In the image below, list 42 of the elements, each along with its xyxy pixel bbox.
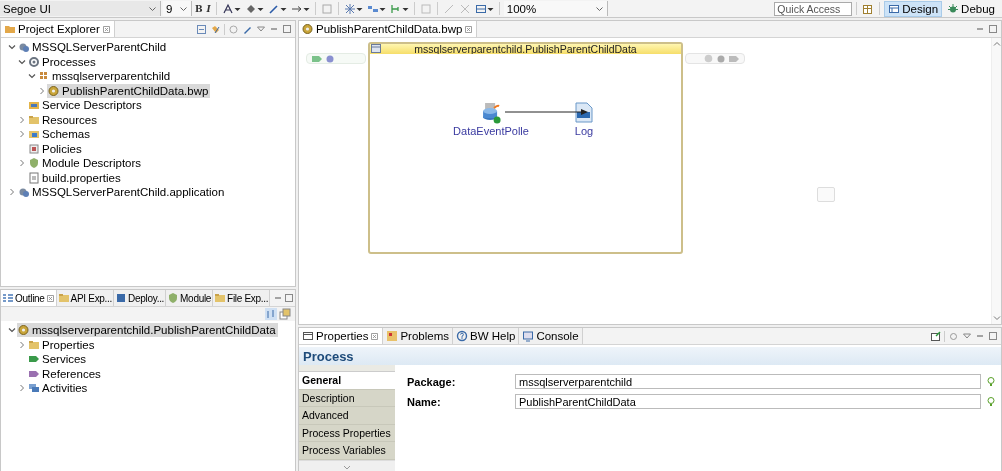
format-button[interactable]: B bbox=[194, 1, 204, 16]
tree-item[interactable]: Services bbox=[27, 352, 89, 367]
section-tab[interactable]: Advanced bbox=[299, 407, 395, 425]
tree-item[interactable]: MSSQLServerParentChild.application bbox=[17, 185, 227, 200]
tree-item[interactable]: mssqlserverparentchild bbox=[37, 69, 173, 84]
view-tab[interactable]: Project Explorer bbox=[1, 21, 115, 37]
section-heading: Process bbox=[303, 348, 354, 364]
view-tab[interactable]: API Exp... bbox=[56, 290, 115, 306]
tree-item[interactable]: Properties bbox=[27, 337, 97, 352]
text-field[interactable]: PublishParentChildData bbox=[515, 394, 981, 409]
tree-item[interactable]: Module Descriptors bbox=[27, 156, 144, 171]
field-label: Name: bbox=[407, 395, 442, 408]
tree-item[interactable]: Schemas bbox=[27, 127, 92, 142]
font-dropdown[interactable]: Segoe UI bbox=[0, 1, 161, 16]
tree-item[interactable]: Service Descriptors bbox=[27, 98, 144, 113]
tree-item[interactable]: Resources bbox=[27, 112, 99, 127]
tree-item[interactable]: Activities bbox=[27, 381, 90, 396]
field-label: Package: bbox=[407, 375, 457, 388]
section-tab[interactable]: Process Variables bbox=[299, 442, 395, 460]
font-size-dropdown[interactable]: 9 bbox=[163, 1, 192, 16]
tree-item[interactable]: Processes bbox=[27, 54, 98, 69]
view-tab[interactable]: Properties bbox=[299, 328, 384, 344]
zoom-dropdown[interactable]: 100% bbox=[503, 1, 608, 16]
perspective-button[interactable]: Debug bbox=[944, 0, 998, 17]
format-button[interactable]: I bbox=[205, 1, 212, 16]
tree-item[interactable]: PublishParentChildData.bwp bbox=[47, 83, 211, 98]
text-field[interactable]: mssqlserverparentchild bbox=[515, 374, 981, 389]
view-tab[interactable]: Deploy... bbox=[114, 290, 167, 306]
editor-tab[interactable]: PublishParentChildData.bwp bbox=[299, 21, 478, 37]
view-tab[interactable]: Outline bbox=[1, 290, 57, 306]
tree-item[interactable]: mssqlserverparentchild.PublishParentChildData bbox=[17, 323, 278, 338]
activity-label[interactable]: Log bbox=[574, 125, 594, 137]
view-tab[interactable]: File Exp... bbox=[213, 290, 271, 306]
tree-item[interactable]: build.properties bbox=[27, 170, 123, 185]
tree-item[interactable]: References bbox=[27, 366, 103, 381]
view-tab[interactable]: BW Help bbox=[453, 328, 520, 344]
perspective-button[interactable]: Design bbox=[884, 0, 943, 17]
activity-label[interactable]: DataEventPolle bbox=[453, 125, 529, 137]
tree-item[interactable]: Policies bbox=[27, 141, 84, 156]
tree-item[interactable]: MSSQLServerParentChild bbox=[17, 40, 169, 55]
quick-access-field[interactable]: Quick Access bbox=[774, 1, 853, 16]
view-tab[interactable]: Module bbox=[166, 290, 214, 306]
